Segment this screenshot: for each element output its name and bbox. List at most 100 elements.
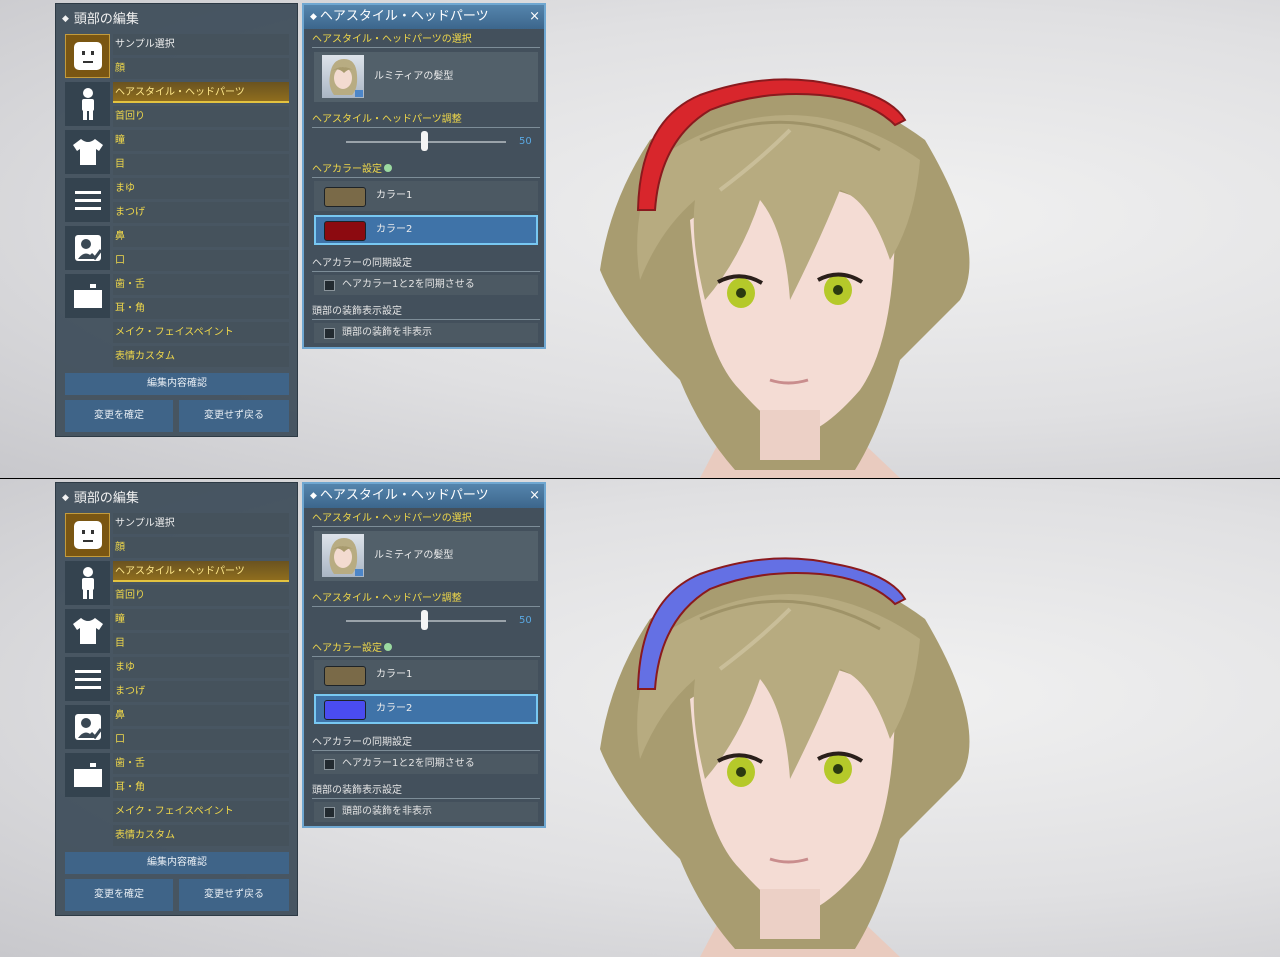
- hairstyle-select-row[interactable]: ルミティアの髪型: [314, 52, 538, 102]
- slider-handle[interactable]: [421, 131, 428, 151]
- menu-item[interactable]: 耳・角: [113, 777, 289, 798]
- menu-item[interactable]: 目: [113, 633, 289, 654]
- close-icon[interactable]: ×: [529, 484, 540, 508]
- hairstyle-panel: ◆ ヘアスタイル・ヘッドパーツ × ヘアスタイル・ヘッドパーツの選択 ルミティアの髪…: [302, 3, 546, 349]
- category-save-tab[interactable]: [65, 274, 110, 318]
- folder-icon: [73, 763, 102, 787]
- head-edit-panel: ◆ 頭部の編集 サンプル選択顔ヘアスタイル・ヘッドパーツ 首回り瞳目まゆまつげ鼻口歯…: [55, 3, 298, 437]
- menu-item[interactable]: 表情カスタム: [113, 346, 289, 367]
- hide-decoration-label: 頭部の装飾を非表示: [342, 327, 432, 338]
- hide-decoration-label: 頭部の装飾を非表示: [342, 806, 432, 817]
- color-sync-option[interactable]: ヘアカラー1と2を同期させる: [314, 754, 538, 774]
- category-body-tab[interactable]: [65, 82, 110, 126]
- menu-item[interactable]: 瞳: [113, 130, 289, 151]
- hair-color-2-row[interactable]: カラー2: [314, 215, 538, 245]
- category-head-tab[interactable]: [65, 513, 110, 557]
- menu-item[interactable]: ヘアスタイル・ヘッドパーツ: [113, 561, 289, 582]
- menu-item[interactable]: ヘアスタイル・ヘッドパーツ: [113, 82, 289, 103]
- confirm-edits-button[interactable]: 編集内容確認: [65, 373, 289, 395]
- menu-item[interactable]: メイク・フェイスペイント: [113, 801, 289, 822]
- menu-item[interactable]: 鼻: [113, 226, 289, 247]
- menu-item[interactable]: 口: [113, 729, 289, 750]
- face-icon: [73, 42, 102, 70]
- close-icon[interactable]: ×: [529, 5, 540, 29]
- menu-item[interactable]: 目: [113, 154, 289, 175]
- menu-item[interactable]: 耳・角: [113, 298, 289, 319]
- color-1-label: カラー1: [376, 669, 413, 680]
- hide-decoration-option[interactable]: 頭部の装飾を非表示: [314, 802, 538, 822]
- apply-changes-button[interactable]: 変更を確定: [65, 879, 173, 911]
- hairstyle-select-row[interactable]: ルミティアの髪型: [314, 531, 538, 581]
- diamond-icon: ◆: [62, 493, 69, 503]
- body-icon: [81, 567, 94, 599]
- menu-item[interactable]: メイク・フェイスペイント: [113, 322, 289, 343]
- panel-title: ◆ ヘアスタイル・ヘッドパーツ ×: [304, 484, 544, 508]
- hide-decoration-checkbox[interactable]: [324, 807, 335, 818]
- category-save-tab[interactable]: [65, 753, 110, 797]
- premium-coin-icon: [384, 643, 392, 651]
- head-decoration-header: 頭部の装飾表示設定: [312, 785, 540, 799]
- folder-icon: [73, 284, 102, 308]
- color-1-label: カラー1: [376, 190, 413, 201]
- menu-item[interactable]: サンプル選択: [113, 34, 289, 55]
- head-decoration-header: 頭部の装飾表示設定: [312, 306, 540, 320]
- color-sync-label: ヘアカラー1と2を同期させる: [342, 279, 475, 290]
- hairstyle-select-header: ヘアスタイル・ヘッドパーツの選択: [312, 34, 540, 48]
- hide-decoration-checkbox[interactable]: [324, 328, 335, 339]
- color-sync-checkbox[interactable]: [324, 280, 335, 291]
- color-2-swatch: [324, 700, 366, 720]
- premium-coin-icon: [384, 164, 392, 172]
- menu-item[interactable]: 顔: [113, 537, 289, 558]
- panel-title: ◆ 頭部の編集: [62, 12, 139, 27]
- profile-check-icon: [74, 714, 102, 740]
- diamond-icon: ◆: [310, 491, 317, 501]
- category-clothing-tab[interactable]: [65, 130, 110, 174]
- category-settings-tab[interactable]: [65, 178, 110, 222]
- panel-title: ◆ ヘアスタイル・ヘッドパーツ ×: [304, 5, 544, 29]
- color-2-label: カラー2: [376, 224, 413, 235]
- menu-item[interactable]: 鼻: [113, 705, 289, 726]
- category-settings-tab[interactable]: [65, 657, 110, 701]
- menu-item[interactable]: 首回り: [113, 585, 289, 606]
- menu-item[interactable]: 歯・舌: [113, 753, 289, 774]
- menu-item[interactable]: 首回り: [113, 106, 289, 127]
- shirt-icon: [72, 618, 103, 644]
- menu-item[interactable]: まゆ: [113, 657, 289, 678]
- menu-item[interactable]: まつげ: [113, 681, 289, 702]
- profile-check-icon: [74, 235, 102, 261]
- menu-item[interactable]: 顔: [113, 58, 289, 79]
- menu-item[interactable]: まゆ: [113, 178, 289, 199]
- diamond-icon: ◆: [62, 14, 69, 24]
- menu-item[interactable]: 表情カスタム: [113, 825, 289, 846]
- hair-color-1-row[interactable]: カラー1: [314, 660, 538, 690]
- hairstyle-name: ルミティアの髪型: [374, 550, 454, 561]
- discard-changes-button[interactable]: 変更せず戻る: [179, 879, 289, 911]
- hide-decoration-option[interactable]: 頭部の装飾を非表示: [314, 323, 538, 343]
- color-sync-option[interactable]: ヘアカラー1と2を同期させる: [314, 275, 538, 295]
- menu-item[interactable]: 口: [113, 250, 289, 271]
- color-sync-header: ヘアカラーの同期設定: [312, 258, 540, 272]
- menu-item[interactable]: 瞳: [113, 609, 289, 630]
- slider-handle[interactable]: [421, 610, 428, 630]
- hairstyle-name: ルミティアの髪型: [374, 71, 454, 82]
- category-profile-tab[interactable]: [65, 705, 110, 749]
- menu-item[interactable]: 歯・舌: [113, 274, 289, 295]
- color-sync-label: ヘアカラー1と2を同期させる: [342, 758, 475, 769]
- category-body-tab[interactable]: [65, 561, 110, 605]
- discard-changes-button[interactable]: 変更せず戻る: [179, 400, 289, 432]
- confirm-edits-button[interactable]: 編集内容確認: [65, 852, 289, 874]
- menu-lines-icon: [74, 670, 101, 689]
- hair-color-2-row[interactable]: カラー2: [314, 694, 538, 724]
- color-sync-checkbox[interactable]: [324, 759, 335, 770]
- menu-item[interactable]: まつげ: [113, 202, 289, 223]
- color-1-swatch: [324, 666, 366, 686]
- hairstyle-thumbnail: [322, 534, 364, 577]
- face-icon: [73, 521, 102, 549]
- apply-changes-button[interactable]: 変更を確定: [65, 400, 173, 432]
- menu-item[interactable]: サンプル選択: [113, 513, 289, 534]
- hair-color-1-row[interactable]: カラー1: [314, 181, 538, 211]
- hair-color-header: ヘアカラー設定: [312, 643, 540, 657]
- category-profile-tab[interactable]: [65, 226, 110, 270]
- category-clothing-tab[interactable]: [65, 609, 110, 653]
- category-head-tab[interactable]: [65, 34, 110, 78]
